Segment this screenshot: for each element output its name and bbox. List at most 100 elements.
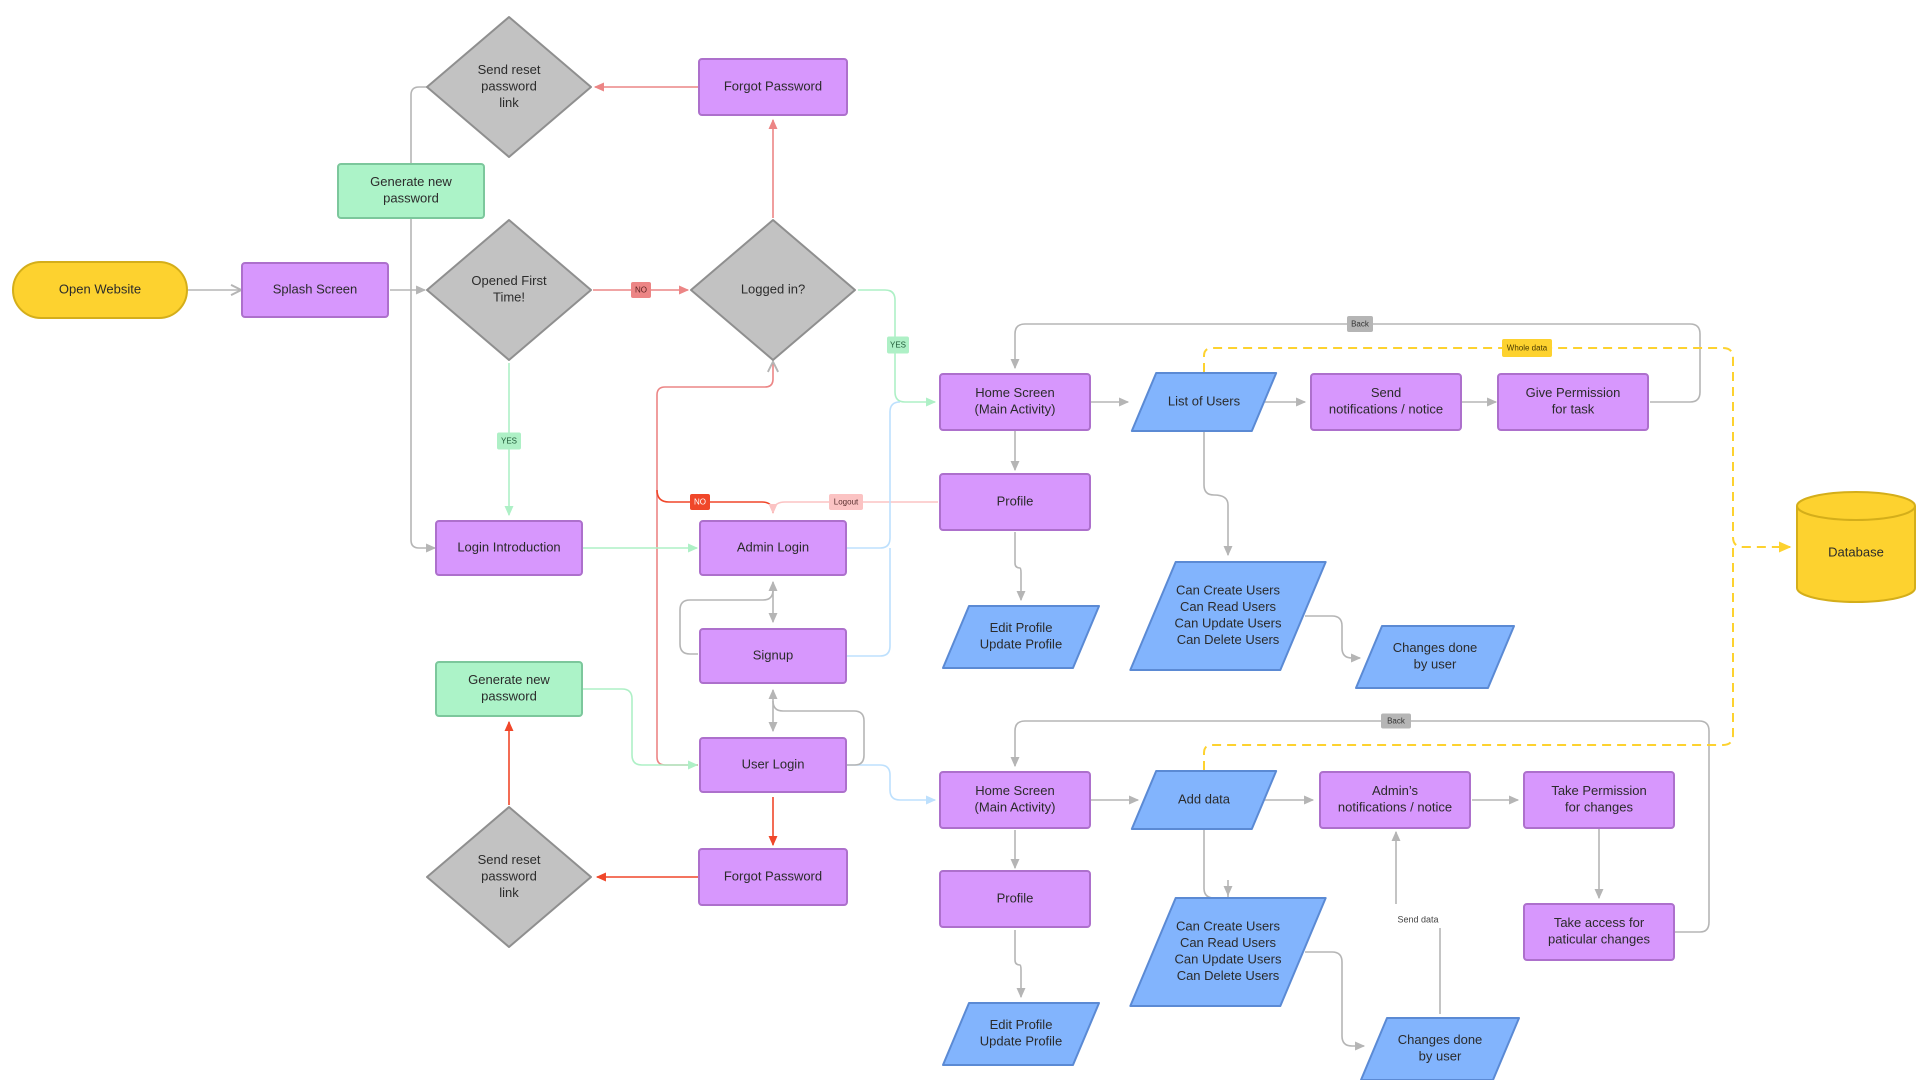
edge-label-text: Logout	[834, 498, 859, 507]
node-label: Add data	[1178, 791, 1231, 806]
node-label: Send	[1371, 385, 1401, 400]
node-forgot-password-bottom[interactable]: Forgot Password	[698, 848, 848, 906]
node-label: Can Read Users	[1180, 935, 1277, 950]
edge-label-text: Back	[1387, 717, 1406, 726]
node-label: Profile	[997, 890, 1034, 905]
node-label: Can Delete Users	[1177, 968, 1280, 983]
node-label: Home Screen	[975, 783, 1054, 798]
edge-no-to-adminlogin	[656, 489, 774, 514]
edge-label-text: NO	[635, 286, 647, 295]
node-generate-password-bottom[interactable]: Generate new password	[435, 661, 583, 717]
node-label: notifications / notice	[1338, 800, 1452, 815]
node-label: Logged in?	[741, 281, 805, 296]
node-label: Open Website	[59, 281, 141, 296]
node-label: paticular changes	[1548, 932, 1650, 947]
edge-label-logout: Logout	[829, 494, 863, 510]
node-login-introduction[interactable]: Login Introduction	[435, 520, 583, 576]
node-label: Take access for	[1554, 915, 1645, 930]
edge-usercrud-to-changes	[1305, 951, 1366, 1051]
node-label: for task	[1552, 402, 1595, 417]
node-user-edit-profile[interactable]: Edit Profile Update Profile	[941, 1002, 1101, 1066]
node-label: Can Update Users	[1175, 952, 1282, 967]
edge-userprofile-to-edit	[1014, 930, 1026, 999]
node-label: Take Permission	[1551, 783, 1646, 798]
node-label: password	[383, 191, 439, 206]
edge-label-back-user: Back	[1381, 713, 1411, 729]
edge-adddata-to-crud	[1203, 830, 1229, 909]
node-label: (Main Activity)	[975, 402, 1056, 417]
node-open-website[interactable]: Open Website	[12, 261, 188, 319]
node-label: Can Create Users	[1176, 583, 1281, 598]
edge-list-to-crud	[1203, 432, 1233, 557]
node-label: Changes done	[1398, 1032, 1483, 1047]
node-label: Time!	[493, 290, 525, 305]
node-label: password	[481, 78, 537, 93]
node-admin-home[interactable]: Home Screen (Main Activity)	[939, 373, 1091, 431]
edge-label-no-first: NO	[631, 282, 651, 298]
node-add-data[interactable]: Add data	[1130, 770, 1278, 830]
edge-label-text: Whole data	[1507, 344, 1548, 353]
node-label: Can Update Users	[1175, 616, 1282, 631]
node-admin-login[interactable]: Admin Login	[699, 520, 847, 576]
edge-generate-to-userlogin	[583, 688, 699, 770]
node-label: Opened First	[471, 273, 547, 288]
node-user-home[interactable]: Home Screen (Main Activity)	[939, 771, 1091, 829]
node-give-permission[interactable]: Give Permission for task	[1497, 373, 1649, 431]
node-label: by user	[1414, 657, 1457, 672]
node-user-login[interactable]: User Login	[699, 737, 847, 793]
node-label: Splash Screen	[273, 281, 358, 296]
edge-label-no-logged: NO	[690, 494, 710, 510]
node-label: Give Permission	[1526, 385, 1621, 400]
edge-label-back-admin: Back	[1347, 316, 1373, 332]
node-label: Home Screen	[975, 385, 1054, 400]
node-label: Can Delete Users	[1177, 632, 1280, 647]
node-label: password	[481, 868, 537, 883]
node-label: Edit Profile	[990, 620, 1053, 635]
node-label: Edit Profile	[990, 1017, 1053, 1032]
node-database[interactable]: Database	[1796, 491, 1916, 603]
node-send-reset-top[interactable]: Send resetpassword link	[426, 16, 592, 158]
node-user-changes[interactable]: Changes done by user	[1359, 1017, 1521, 1080]
node-user-profile[interactable]: Profile	[939, 870, 1091, 928]
node-forgot-password-top[interactable]: Forgot Password	[698, 58, 848, 116]
edge-label-yes-logged: YES	[887, 336, 909, 354]
node-send-notifications[interactable]: Send notifications / notice	[1310, 373, 1462, 431]
node-label: Generate new	[370, 174, 452, 189]
node-admin-changes[interactable]: Changes done by user	[1354, 625, 1516, 689]
node-generate-password-top[interactable]: Generate new password	[337, 163, 485, 219]
node-admin-edit-profile[interactable]: Edit Profile Update Profile	[941, 605, 1101, 669]
edge-label-yes-first: YES	[497, 432, 521, 450]
node-label: Can Create Users	[1176, 919, 1281, 934]
node-label: password	[481, 689, 537, 704]
edge-crud-to-changes	[1305, 615, 1362, 663]
edge-sendreset-to-login-intro	[410, 86, 437, 553]
node-opened-first-time[interactable]: Opened First Time!	[426, 219, 592, 361]
node-label: Forgot Password	[724, 868, 822, 883]
node-label: for changes	[1565, 800, 1633, 815]
node-splash-screen[interactable]: Splash Screen	[241, 262, 389, 318]
node-take-access[interactable]: Take access for paticular changes	[1523, 903, 1675, 961]
edge-admin-to-home	[846, 401, 901, 549]
node-label: Generate new	[468, 672, 550, 687]
edge-label-text: Back	[1351, 320, 1370, 329]
node-admin-notifications[interactable]: Admin’s notifications / notice	[1319, 771, 1471, 829]
node-label: Database	[1828, 544, 1884, 559]
node-signup[interactable]: Signup	[699, 628, 847, 684]
node-admin-profile[interactable]: Profile	[939, 473, 1091, 531]
node-label: Login Introduction	[457, 539, 560, 554]
flowchart-canvas: Open Website Splash Screen Opened First Tim…	[12, 16, 1916, 1080]
node-label: Send reset	[478, 62, 541, 77]
node-label: Admin Login	[737, 539, 809, 554]
node-label: Can Read Users	[1180, 599, 1277, 614]
node-admin-crud[interactable]: Can Create UsersCan Read Users Can Update…	[1129, 561, 1327, 671]
node-take-permission[interactable]: Take Permission for changes	[1523, 771, 1675, 829]
edge-label-text: YES	[890, 341, 906, 350]
node-label: Forgot Password	[724, 78, 822, 93]
node-label: link	[499, 95, 519, 110]
node-logged-in[interactable]: Logged in?	[690, 219, 856, 361]
node-label: (Main Activity)	[975, 800, 1056, 815]
node-user-crud[interactable]: Can Create UsersCan Read Users Can Update…	[1129, 897, 1327, 1007]
node-label: Profile	[997, 493, 1034, 508]
node-send-reset-bottom[interactable]: Send resetpassword link	[426, 806, 592, 948]
node-list-of-users[interactable]: List of Users	[1130, 372, 1278, 432]
